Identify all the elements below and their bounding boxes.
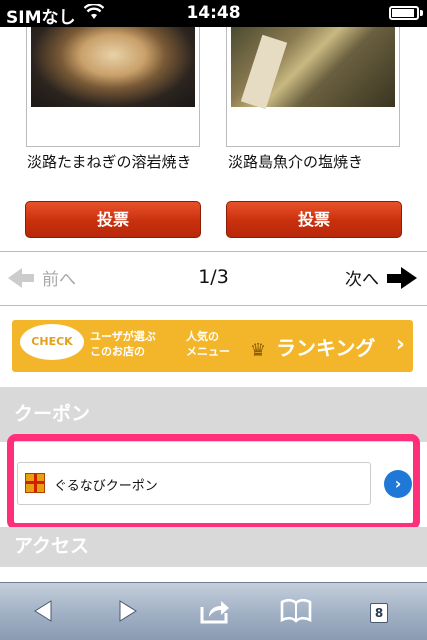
banner-popular-line: 人気の [186,330,219,343]
banner-ranking-label: ランキング [276,336,376,360]
divider [0,305,427,306]
crown-icon: ♛ [250,340,267,361]
tabs-button[interactable]: 8 [362,597,394,627]
forward-button[interactable] [112,597,144,627]
banner-lead-line: ユーザが選ぶ [90,330,156,343]
banner-lead-line: このお店の [90,345,145,358]
onion-photo [31,27,195,107]
menu-item-1-title[interactable]: 淡路たまねぎの溶岩焼き [27,150,207,174]
browser-toolbar: 8 [0,582,427,640]
tabs-count: 8 [370,603,388,623]
check-badge: CHECK [20,324,84,360]
banner-popular-line: メニュー [186,345,230,358]
status-bar: SIMなし 14:48 [0,0,427,28]
divider [0,251,427,252]
battery-icon [389,6,419,20]
menu-item-1-image[interactable] [26,27,200,147]
menu-item-2-title[interactable]: 淡路島魚介の塩焼き [228,150,408,174]
bookmarks-icon [280,598,312,623]
share-button[interactable] [199,597,231,627]
battery-tip [420,10,423,16]
bookmarks-button[interactable] [280,597,312,627]
pager-next[interactable]: 次へ [345,265,417,290]
vote-button-2[interactable]: 投票 [226,201,402,238]
highlight-frame [7,434,420,530]
chevron-right-icon: › [395,332,405,357]
seafood-photo [231,27,395,110]
ranking-banner[interactable]: CHECK ユーザが選ぶ このお店の 人気の メニュー ♛ ランキング › [12,320,413,372]
vote-button-1[interactable]: 投票 [25,201,201,238]
banner-lead: ユーザが選ぶ このお店の [90,329,156,359]
menu-item-2-image[interactable] [226,27,400,147]
clock: 14:48 [186,3,241,23]
banner-popular: 人気の メニュー [186,329,230,359]
arrow-right-icon [387,266,417,289]
pager-next-label: 次へ [345,270,379,290]
share-icon [200,601,229,624]
back-arrow-icon [34,600,52,622]
back-button[interactable] [27,597,59,627]
forward-arrow-icon [119,600,137,622]
access-heading: アクセス [0,527,427,567]
